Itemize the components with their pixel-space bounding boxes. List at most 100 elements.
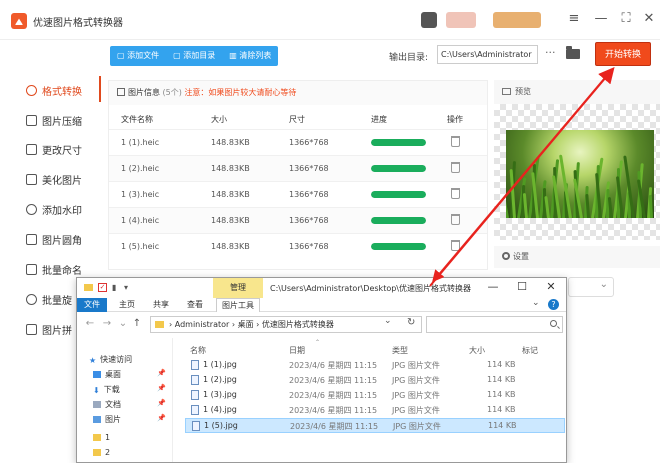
output-dir-label: 输出目录: [389, 53, 429, 63]
pin-icon[interactable]: 📌 [157, 414, 166, 422]
nav-folder-1[interactable]: 1 [93, 431, 110, 445]
browse-more-button[interactable]: ··· [545, 46, 556, 59]
document-icon [93, 401, 101, 408]
sidebar-item-label: 批量旋 [42, 295, 72, 307]
blurred-username [446, 12, 476, 28]
file-date: 2023/4/6 星期四 11:15 [289, 406, 378, 415]
breadcrumb-converter-folder[interactable]: 优速图片格式转换器 [262, 320, 334, 329]
breadcrumb-desktop[interactable]: 桌面 [238, 320, 254, 329]
properties-icon[interactable]: ✓ [98, 283, 107, 292]
quick-access-dropdown-icon[interactable]: ▾ [124, 283, 128, 292]
file-size: 114 KB [488, 421, 517, 430]
start-convert-button[interactable]: 开始转换 [595, 42, 651, 66]
close-button[interactable]: ✕ [641, 11, 657, 26]
forward-arrow-icon[interactable]: → [101, 318, 113, 329]
table-row[interactable]: 1 (3).heic 148.83KB 1366*768 [109, 181, 487, 207]
col-type[interactable]: 类型 [392, 345, 408, 356]
col-tags[interactable]: 标记 [522, 345, 538, 356]
col-size[interactable]: 大小 [469, 345, 485, 356]
trash-icon[interactable] [451, 214, 460, 225]
compress-icon [26, 114, 37, 126]
address-bar[interactable]: › Administrator › 桌面 › 优速图片格式转换器 [150, 316, 422, 333]
trash-icon[interactable] [451, 188, 460, 199]
add-file-button[interactable]: ▢ 添加文件 [110, 46, 166, 66]
ribbon-expand-icon[interactable]: ⌄ [532, 298, 540, 308]
table-row[interactable]: 1 (2).heic 148.83KB 1366*768 [109, 155, 487, 181]
manage-tab[interactable]: 管理 [213, 278, 263, 298]
explorer-minimize-button[interactable]: — [486, 280, 500, 293]
table-row[interactable]: 1 (4).heic 148.83KB 1366*768 [109, 207, 487, 233]
sidebar-item-beautify[interactable]: 美化图片 [26, 169, 82, 189]
pin-icon[interactable]: 📌 [157, 399, 166, 407]
sidebar-item-stitch[interactable]: 图片拼 [26, 319, 72, 339]
output-path-input[interactable]: C:\Users\Administrator [437, 45, 538, 64]
clear-list-button[interactable]: ▥ 清除列表 [222, 46, 278, 66]
beautify-icon [26, 173, 37, 185]
trash-icon[interactable] [451, 240, 460, 251]
wait-notice: 注意：如果图片较大请耐心等待 [184, 88, 297, 97]
help-icon[interactable]: ? [548, 299, 559, 310]
ribbon-tab-share[interactable]: 共享 [149, 298, 173, 312]
table-row[interactable]: 1 (5).heic 148.83KB 1366*768 [109, 233, 487, 259]
gear-icon [502, 252, 510, 260]
progress-bar [371, 165, 426, 172]
file-list-item[interactable]: 1 (1).jpg 2023/4/6 星期四 11:15 JPG 图片文件 114 K… [185, 358, 565, 373]
file-size: 148.83KB [211, 242, 250, 251]
pin-icon[interactable]: 📌 [157, 369, 166, 377]
ribbon-tab-view[interactable]: 查看 [183, 298, 207, 312]
nav-desktop[interactable]: 桌面 [93, 368, 121, 382]
add-folder-button[interactable]: ▢ 添加目录 [166, 46, 222, 66]
quick-access-folder-icon[interactable]: ▮ [112, 283, 116, 292]
sidebar-item-format-convert[interactable]: 格式转换 [26, 80, 82, 100]
refresh-icon[interactable]: ↻ [407, 317, 415, 328]
recent-dropdown-icon[interactable]: ⌄ [117, 318, 129, 329]
nav-pictures[interactable]: 图片 [93, 413, 121, 427]
search-input[interactable] [426, 316, 563, 333]
sort-indicator-icon: ⌃ [315, 339, 321, 346]
sidebar-item-label: 添加水印 [42, 205, 82, 217]
file-list-item[interactable]: 1 (2).jpg 2023/4/6 星期四 11:15 JPG 图片文件 114 K… [185, 373, 565, 388]
col-date[interactable]: 日期 [289, 345, 305, 356]
up-arrow-icon[interactable]: ↑ [131, 318, 143, 329]
back-arrow-icon[interactable]: ← [84, 318, 96, 329]
grass-blade [585, 193, 591, 218]
sidebar-item-batch-rename[interactable]: 批量命名 [26, 259, 82, 279]
file-list-item[interactable]: 1 (4).jpg 2023/4/6 星期四 11:15 JPG 图片文件 114 K… [185, 403, 565, 418]
sidebar-item-resize[interactable]: 更改尺寸 [26, 139, 82, 159]
address-dropdown-icon[interactable]: ⌄ [384, 316, 392, 326]
nav-documents[interactable]: 文档 [93, 398, 121, 412]
trash-icon[interactable] [451, 162, 460, 173]
minimize-button[interactable]: — [593, 11, 609, 26]
grid-icon [117, 88, 125, 96]
explorer-maximize-button[interactable]: ☐ [515, 280, 529, 293]
rename-icon [26, 263, 37, 275]
table-row[interactable]: 1 (1).heic 148.83KB 1366*768 [109, 129, 487, 155]
file-name: 1 (4).jpg [203, 405, 237, 414]
nav-folder-2[interactable]: 2 [93, 446, 110, 460]
sidebar-item-watermark[interactable]: 添加水印 [26, 199, 82, 219]
nav-quick-access[interactable]: ★ 快速访问 [89, 353, 132, 367]
nav-downloads[interactable]: ⬇ 下载 [93, 383, 120, 397]
jpg-file-icon [191, 360, 199, 370]
col-name[interactable]: 名称 [190, 345, 206, 356]
file-dimensions: 1366*768 [289, 242, 329, 251]
preview-panel: 预览 [494, 80, 660, 240]
maximize-button[interactable]: ⛶ [618, 11, 634, 26]
blurred-avatar [421, 12, 437, 28]
pin-icon[interactable]: 📌 [157, 384, 166, 392]
ribbon-tab-file[interactable]: 文件 [77, 298, 107, 312]
ribbon-tab-home[interactable]: 主页 [115, 298, 139, 312]
file-list-item[interactable]: 1 (5).jpg 2023/4/6 星期四 11:15 JPG 图片文件 114 K… [185, 418, 565, 433]
sidebar-item-compress[interactable]: 图片压缩 [26, 110, 82, 130]
ribbon-tab-picture-tools[interactable]: 图片工具 [216, 298, 260, 312]
open-folder-icon[interactable] [566, 46, 580, 59]
output-format-select[interactable] [568, 277, 614, 297]
sidebar-item-round-corner[interactable]: 图片圆角 [26, 229, 82, 249]
file-list-item[interactable]: 1 (3).jpg 2023/4/6 星期四 11:15 JPG 图片文件 114 K… [185, 388, 565, 403]
breadcrumb-administrator[interactable]: Administrator [175, 320, 230, 329]
add-folder-label: 添加目录 [183, 51, 216, 60]
trash-icon[interactable] [451, 136, 460, 147]
explorer-close-button[interactable]: ✕ [544, 280, 558, 293]
sidebar-item-batch-rotate[interactable]: 批量旋 [26, 289, 72, 309]
menu-icon[interactable]: ≡ [566, 11, 582, 26]
